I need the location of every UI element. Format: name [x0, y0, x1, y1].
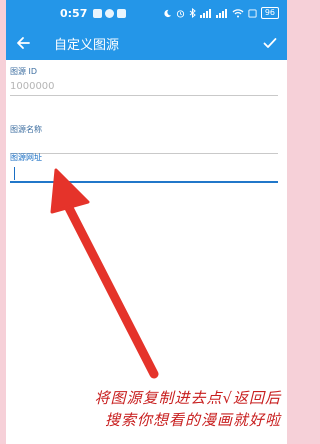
phone-screen: 0:57 96 自定义图源 图源 ID 1000000 图源名称 图源网址 将图… — [6, 0, 287, 444]
annotation-arrow-head — [50, 168, 90, 214]
annotation-arrow-shaft — [63, 201, 159, 379]
annotation-caption-line2: 搜索你想看的漫画就好啦 — [104, 411, 281, 429]
annotation-arrow — [50, 168, 159, 379]
annotation-caption-line1: 将图源复制进去点√返回后 — [94, 389, 281, 407]
